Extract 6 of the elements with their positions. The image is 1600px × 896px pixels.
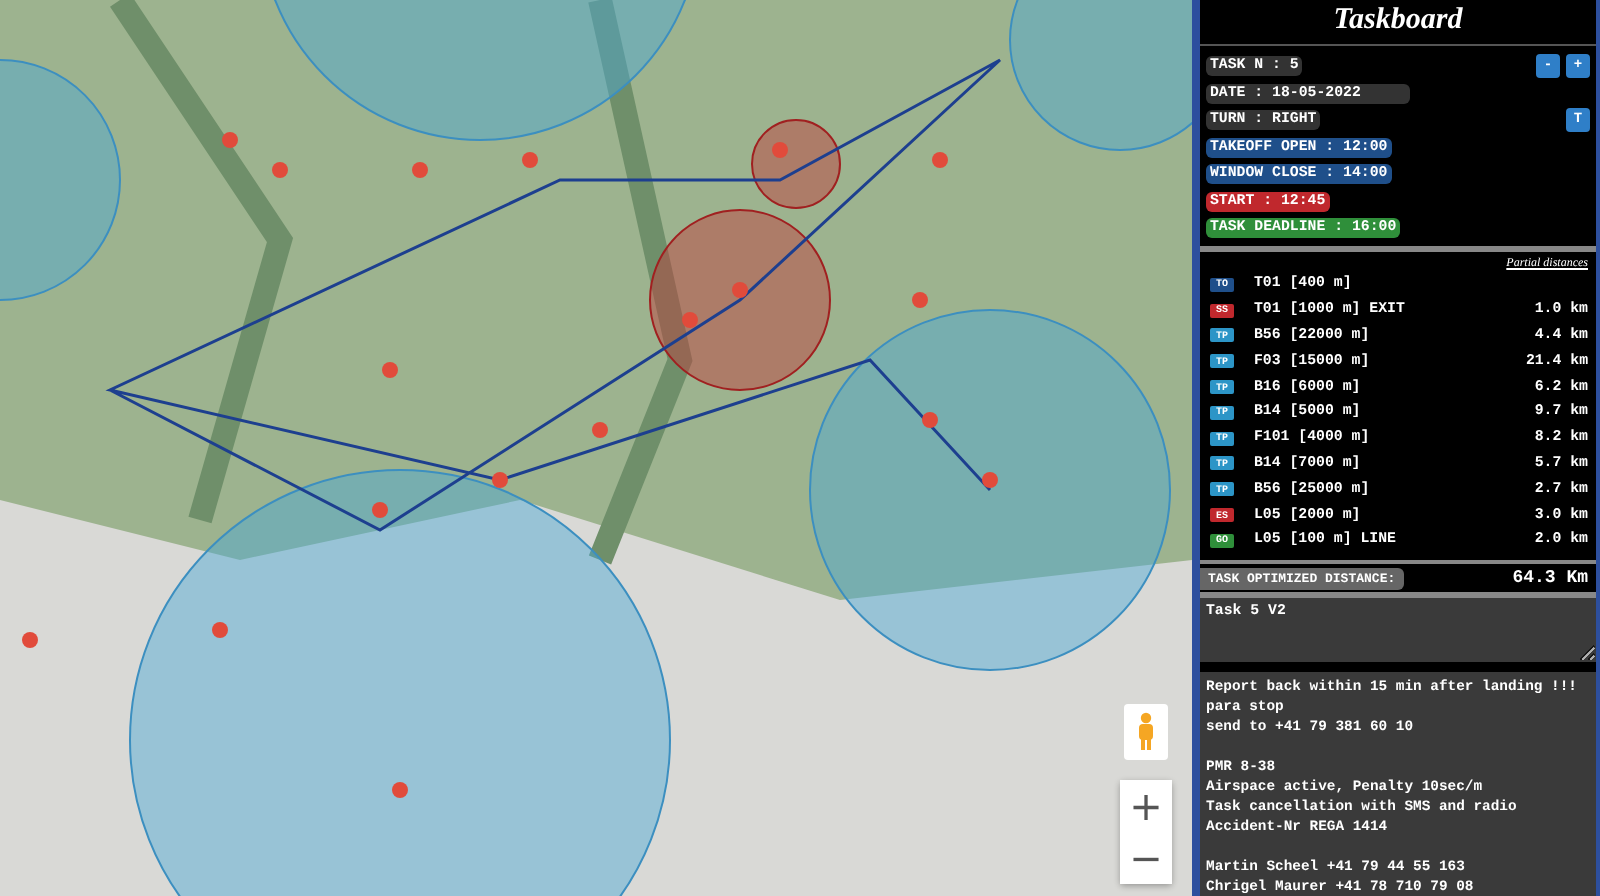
total-distance-value: 64.3 Km: [1512, 568, 1588, 589]
person-icon: [1136, 712, 1156, 752]
zoom-in-button[interactable]: +: [1120, 780, 1172, 832]
panel-title: Taskboard: [1200, 0, 1596, 46]
zoom-out-button[interactable]: −: [1120, 832, 1172, 884]
street-view-button[interactable]: [1124, 704, 1168, 760]
